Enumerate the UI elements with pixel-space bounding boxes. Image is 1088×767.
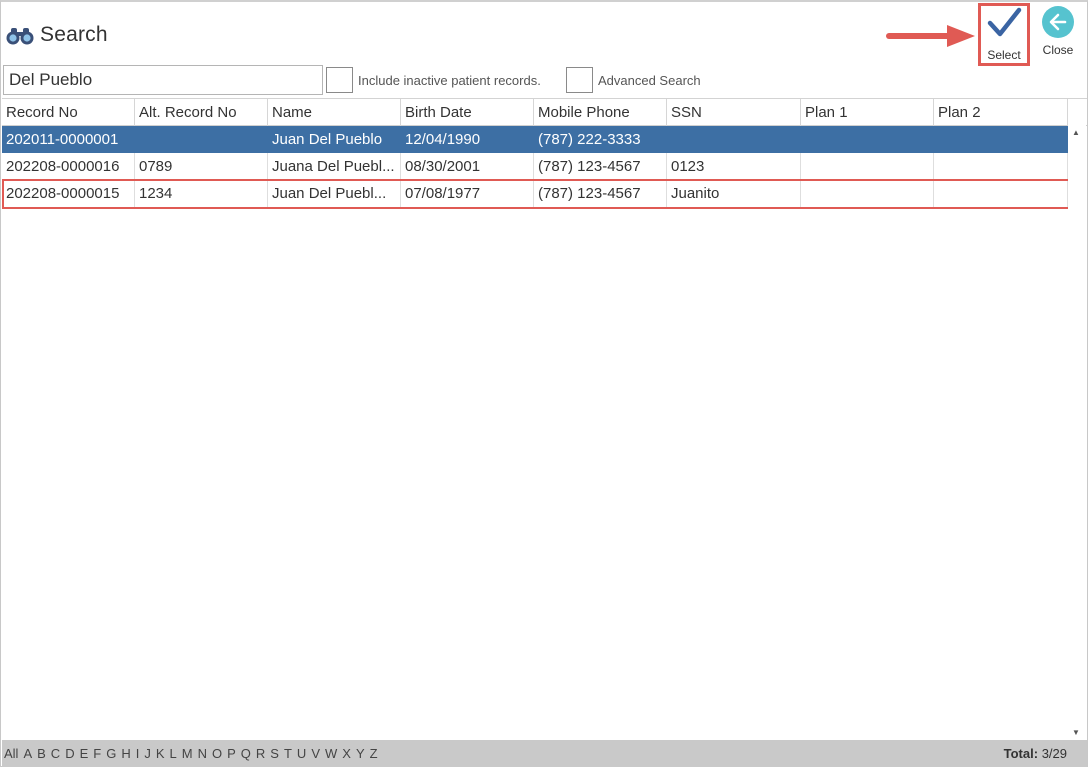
letter-filter-k[interactable]: K xyxy=(156,746,165,761)
cell-plan-2 xyxy=(934,180,1068,207)
letter-filter-e[interactable]: E xyxy=(80,746,89,761)
cell-birth-date: 07/08/1977 xyxy=(401,180,534,207)
cell-name: Juana Del Puebl... xyxy=(268,153,401,180)
cell-mobile-phone: (787) 123-4567 xyxy=(534,153,667,180)
grid-header: Record No Alt. Record No Name Birth Date… xyxy=(2,99,1087,126)
letter-filter-b[interactable]: B xyxy=(37,746,46,761)
column-header-plan-2[interactable]: Plan 2 xyxy=(934,99,1068,126)
results-grid: Record No Alt. Record No Name Birth Date… xyxy=(2,98,1087,741)
column-header-birth-date[interactable]: Birth Date xyxy=(401,99,534,126)
total-count: Total: 3/29 xyxy=(1004,746,1067,761)
arrow-left-icon xyxy=(1042,6,1074,38)
binoculars-icon xyxy=(5,24,35,46)
letter-filter-g[interactable]: G xyxy=(106,746,116,761)
cell-ssn: Juanito xyxy=(667,180,801,207)
column-header-ssn[interactable]: SSN xyxy=(667,99,801,126)
table-row[interactable]: 202208-0000016 0789 Juana Del Puebl... 0… xyxy=(2,153,1068,180)
letter-filter-n[interactable]: N xyxy=(198,746,207,761)
letter-filter-q[interactable]: Q xyxy=(241,746,251,761)
cell-alt-record-no xyxy=(135,126,268,153)
cell-alt-record-no: 1234 xyxy=(135,180,268,207)
include-inactive-checkbox[interactable] xyxy=(326,67,353,93)
close-button[interactable]: Close xyxy=(1037,6,1079,64)
cell-plan-2 xyxy=(934,153,1068,180)
advanced-search-checkbox[interactable] xyxy=(566,67,593,93)
select-label: Select xyxy=(987,48,1021,62)
letter-filter-a[interactable]: A xyxy=(23,746,32,761)
cell-name: Juan Del Pueblo xyxy=(268,126,401,153)
column-header-alt-record-no[interactable]: Alt. Record No xyxy=(135,99,268,126)
table-row[interactable]: 202011-0000001 Juan Del Pueblo 12/04/199… xyxy=(2,126,1068,153)
close-label: Close xyxy=(1042,43,1074,57)
scroll-down-icon[interactable]: ▼ xyxy=(1072,728,1080,737)
total-value: 3/29 xyxy=(1041,746,1067,761)
letter-filter-t[interactable]: T xyxy=(284,746,292,761)
cell-record-no: 202011-0000001 xyxy=(2,126,135,153)
vertical-scrollbar[interactable]: ▲ ▼ xyxy=(1068,125,1086,740)
table-row[interactable]: 202208-0000015 1234 Juan Del Puebl... 07… xyxy=(2,180,1068,207)
letter-filter-l[interactable]: L xyxy=(170,746,177,761)
select-button[interactable]: Select xyxy=(978,3,1030,66)
letter-filter-z[interactable]: Z xyxy=(370,746,378,761)
cell-ssn: 0123 xyxy=(667,153,801,180)
letter-filter-v[interactable]: V xyxy=(311,746,320,761)
checkmark-icon xyxy=(986,6,1022,45)
column-header-name[interactable]: Name xyxy=(268,99,401,126)
annotation-arrow xyxy=(886,25,975,47)
letter-filter-x[interactable]: X xyxy=(342,746,351,761)
letter-filter-p[interactable]: P xyxy=(227,746,236,761)
page-title: Search xyxy=(40,23,108,46)
cell-mobile-phone: (787) 123-4567 xyxy=(534,180,667,207)
alphabet-filter: All A B C D E F G H I J K L M N O P Q R S T U V W X Y Z xyxy=(4,746,383,761)
cell-alt-record-no: 0789 xyxy=(135,153,268,180)
column-header-mobile-phone[interactable]: Mobile Phone xyxy=(534,99,667,126)
status-bar: All A B C D E F G H I J K L M N O P Q R S T U V W X Y Z Total: 3/2… xyxy=(2,740,1087,767)
letter-filter-u[interactable]: U xyxy=(297,746,306,761)
letter-filter-r[interactable]: R xyxy=(256,746,265,761)
letter-filter-f[interactable]: F xyxy=(93,746,101,761)
cell-plan-1 xyxy=(801,180,934,207)
scroll-up-icon[interactable]: ▲ xyxy=(1072,128,1080,137)
letter-filter-j[interactable]: J xyxy=(144,746,151,761)
letter-filter-d[interactable]: D xyxy=(65,746,74,761)
letter-filter-c[interactable]: C xyxy=(51,746,60,761)
cell-mobile-phone: (787) 222-3333 xyxy=(534,126,667,153)
letter-filter-w[interactable]: W xyxy=(325,746,337,761)
column-header-plan-1[interactable]: Plan 1 xyxy=(801,99,934,126)
letter-filter-m[interactable]: M xyxy=(182,746,193,761)
letter-filter-y[interactable]: Y xyxy=(356,746,365,761)
letter-filter-h[interactable]: H xyxy=(121,746,130,761)
advanced-search-label: Advanced Search xyxy=(598,73,701,88)
letter-filter-s[interactable]: S xyxy=(270,746,279,761)
letter-filter-o[interactable]: O xyxy=(212,746,222,761)
cell-plan-1 xyxy=(801,126,934,153)
title-bar: Search xyxy=(5,22,108,48)
cell-name: Juan Del Puebl... xyxy=(268,180,401,207)
cell-plan-1 xyxy=(801,153,934,180)
total-label: Total: xyxy=(1003,746,1039,761)
cell-birth-date: 12/04/1990 xyxy=(401,126,534,153)
search-input[interactable] xyxy=(3,65,323,95)
cell-record-no: 202208-0000015 xyxy=(2,180,135,207)
column-header-record-no[interactable]: Record No xyxy=(2,99,135,126)
search-window: Search Select Close Include inactive pat… xyxy=(0,0,1088,767)
cell-birth-date: 08/30/2001 xyxy=(401,153,534,180)
letter-filter-all[interactable]: All xyxy=(4,746,18,761)
cell-record-no: 202208-0000016 xyxy=(2,153,135,180)
include-inactive-label: Include inactive patient records. xyxy=(358,73,541,88)
cell-ssn xyxy=(667,126,801,153)
cell-plan-2 xyxy=(934,126,1068,153)
letter-filter-i[interactable]: I xyxy=(136,746,140,761)
